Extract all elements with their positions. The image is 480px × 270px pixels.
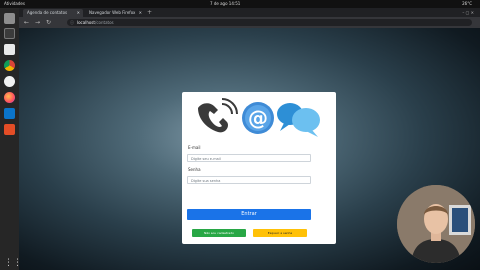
activities-button[interactable]: Atividades bbox=[4, 1, 25, 6]
window-controls[interactable]: – ▢ ✕ bbox=[462, 8, 474, 17]
webcam-overlay bbox=[397, 185, 475, 263]
presenter-image bbox=[397, 185, 475, 263]
email-label: E-mail bbox=[188, 145, 201, 150]
terminal-app-icon[interactable] bbox=[4, 28, 15, 39]
close-tab-icon[interactable]: ✕ bbox=[139, 9, 142, 17]
dock: ⋮⋮ bbox=[0, 8, 22, 270]
svg-text:@: @ bbox=[248, 106, 268, 130]
system-top-bar: Atividades 7 de ago 14:51 26°C bbox=[0, 0, 480, 8]
contact-hero-icons: @ bbox=[198, 98, 320, 137]
email-field[interactable]: Digite seu e-mail bbox=[187, 154, 311, 162]
web-app-icon[interactable] bbox=[4, 76, 15, 87]
app-icon[interactable] bbox=[4, 124, 15, 135]
forward-icon[interactable]: → bbox=[35, 19, 40, 26]
register-button[interactable]: Não sou cadastrado bbox=[192, 229, 246, 237]
back-icon[interactable]: ← bbox=[24, 19, 29, 26]
phone-icon bbox=[198, 98, 238, 133]
vscode-app-icon[interactable] bbox=[4, 108, 15, 119]
firefox-app-icon[interactable] bbox=[4, 92, 15, 103]
url-path: /contatos bbox=[94, 20, 114, 25]
address-bar[interactable]: ⓘ localhost/contatos bbox=[67, 19, 472, 26]
new-tab-icon[interactable]: + bbox=[147, 8, 152, 17]
url-host: localhost bbox=[77, 20, 95, 25]
tab-agenda[interactable]: Agenda de contatos ✕ bbox=[23, 9, 83, 17]
files-app-icon[interactable] bbox=[4, 13, 15, 24]
tab-label: Agenda de contatos bbox=[27, 10, 68, 15]
system-clock[interactable]: 7 de ago 14:51 bbox=[210, 1, 240, 6]
info-icon[interactable]: ⓘ bbox=[70, 19, 74, 26]
reload-icon[interactable]: ↻ bbox=[46, 19, 51, 26]
text-editor-app-icon[interactable] bbox=[4, 44, 15, 55]
at-sign-icon: @ bbox=[242, 102, 274, 134]
chrome-app-icon[interactable] bbox=[4, 60, 15, 71]
close-tab-icon[interactable]: ✕ bbox=[77, 9, 80, 17]
login-button[interactable]: Entrar bbox=[187, 209, 311, 220]
login-card: @ E-mail Digite seu e-mail Senha Digite … bbox=[182, 92, 336, 244]
system-status[interactable]: 26°C bbox=[462, 1, 472, 6]
browser-toolbar: ← → ↻ ⓘ localhost/contatos bbox=[19, 17, 480, 28]
chat-bubbles-icon bbox=[277, 103, 320, 137]
show-apps-icon[interactable]: ⋮⋮ bbox=[4, 258, 22, 269]
tab-strip: Agenda de contatos ✕ Navegador Web Firef… bbox=[19, 8, 480, 17]
tab-label: Navegador Web Firefox bbox=[89, 10, 136, 15]
forgot-password-button[interactable]: Esqueci a senha bbox=[253, 229, 307, 237]
password-field[interactable]: Digite sua senha bbox=[187, 176, 311, 184]
tab-firefox[interactable]: Navegador Web Firefox ✕ bbox=[85, 9, 145, 17]
password-label: Senha bbox=[188, 167, 201, 172]
